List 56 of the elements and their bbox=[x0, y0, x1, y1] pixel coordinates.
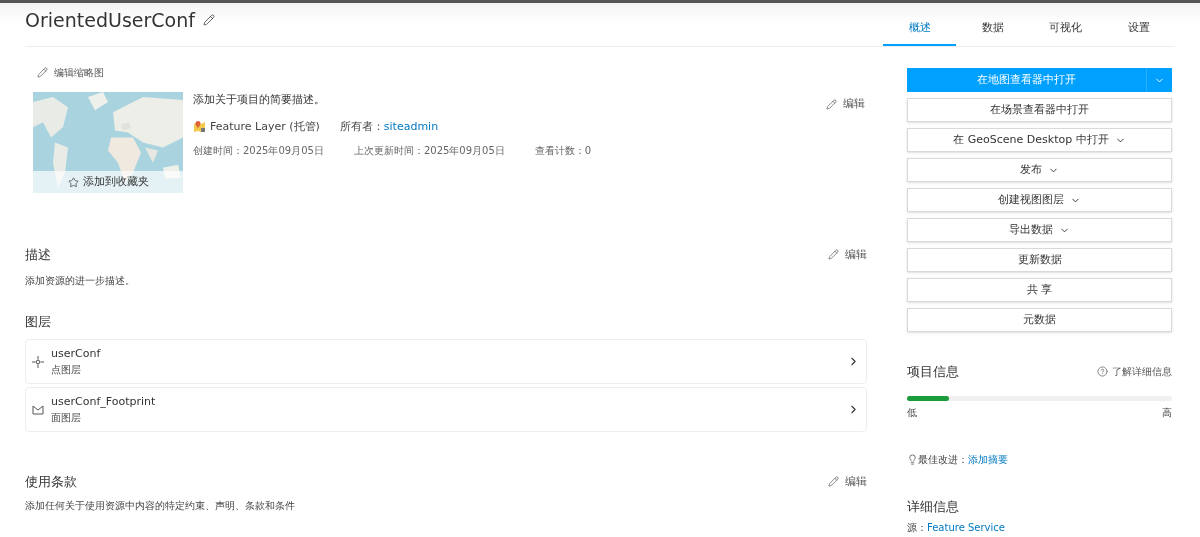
action-button[interactable]: 在场景查看器中打开 bbox=[908, 99, 1171, 121]
section-heading: 使用条款 bbox=[25, 473, 77, 491]
tab[interactable]: 设置 bbox=[1102, 13, 1175, 46]
point-layer-icon bbox=[32, 355, 44, 368]
action-button[interactable]: 发布 bbox=[908, 159, 1171, 181]
feature-layer-icon bbox=[193, 120, 206, 134]
tab[interactable]: 概述 bbox=[883, 13, 956, 46]
view-count: 查看计数：0 bbox=[534, 144, 592, 158]
item-title: OrientedUserConf bbox=[25, 7, 195, 33]
pencil-icon bbox=[828, 476, 839, 488]
action-button[interactable]: 导出数据 bbox=[908, 219, 1171, 241]
polygon-layer-icon bbox=[32, 403, 44, 416]
section-heading: 图层 bbox=[25, 312, 52, 331]
owner-label: 所有者： bbox=[339, 118, 384, 135]
pencil-icon bbox=[828, 249, 839, 261]
source-link[interactable]: Feature Service bbox=[927, 520, 1005, 535]
edit-icon[interactable] bbox=[202, 13, 215, 26]
layer-row[interactable]: userConf_Footprint 面图层 bbox=[25, 387, 867, 432]
layer-name: userConf bbox=[51, 345, 102, 362]
layer-row[interactable]: userConf 点图层 bbox=[25, 339, 867, 384]
item-type: Feature Layer (托管) bbox=[210, 118, 320, 135]
scale-high-label: 高 bbox=[1162, 405, 1172, 420]
layer-type: 点图层 bbox=[51, 363, 82, 378]
section-heading: 详细信息 bbox=[907, 497, 960, 516]
layer-type: 面图层 bbox=[51, 411, 82, 426]
action-button[interactable]: 更新数据 bbox=[908, 249, 1171, 271]
action-button[interactable]: 创建视图图层 bbox=[908, 189, 1171, 211]
lightbulb-icon bbox=[907, 453, 918, 465]
terms-text: 添加任何关于使用资源中内容的特定约束、声明、条款和条件 bbox=[25, 498, 296, 513]
layer-name: userConf_Footprint bbox=[51, 393, 157, 410]
tip-label: 最佳改进： bbox=[918, 452, 968, 467]
action-button[interactable]: 共 享 bbox=[908, 279, 1171, 301]
star-icon bbox=[67, 176, 79, 188]
created-date: 创建时间：2025年09月05日 bbox=[193, 144, 324, 158]
section-heading: 描述 bbox=[25, 246, 51, 264]
help-icon bbox=[1097, 366, 1108, 378]
summary-text: 添加关于项目的简要描述。 bbox=[193, 92, 325, 108]
learn-more-link[interactable]: 了解详细信息 bbox=[1097, 364, 1172, 380]
add-summary-link[interactable]: 添加摘要 bbox=[968, 451, 1008, 467]
tab[interactable]: 数据 bbox=[956, 13, 1029, 46]
pencil-icon bbox=[37, 67, 48, 78]
tab[interactable]: 可视化 bbox=[1029, 13, 1102, 46]
pencil-icon bbox=[826, 98, 837, 110]
scale-low-label: 低 bbox=[907, 405, 917, 420]
edit-button[interactable]: 编辑 bbox=[828, 473, 867, 490]
updated-date: 上次更新时间：2025年09月05日 bbox=[353, 144, 505, 158]
edit-button[interactable]: 编辑 bbox=[828, 246, 867, 263]
description-text: 添加资源的进一步描述。 bbox=[25, 273, 136, 288]
add-to-favorites-button[interactable]: 添加到收藏夹 bbox=[33, 171, 183, 193]
action-button[interactable]: 元数据 bbox=[908, 309, 1171, 331]
action-button[interactable]: 在 GeoScene Desktop 中打开 bbox=[908, 129, 1171, 151]
owner-link[interactable]: siteadmin bbox=[383, 118, 439, 135]
section-heading: 项目信息 bbox=[907, 363, 959, 381]
edit-button[interactable]: 编辑 bbox=[826, 96, 865, 113]
edit-thumbnail-button[interactable]: 编辑缩略图 bbox=[37, 65, 104, 80]
source-label: 源： bbox=[907, 521, 927, 535]
